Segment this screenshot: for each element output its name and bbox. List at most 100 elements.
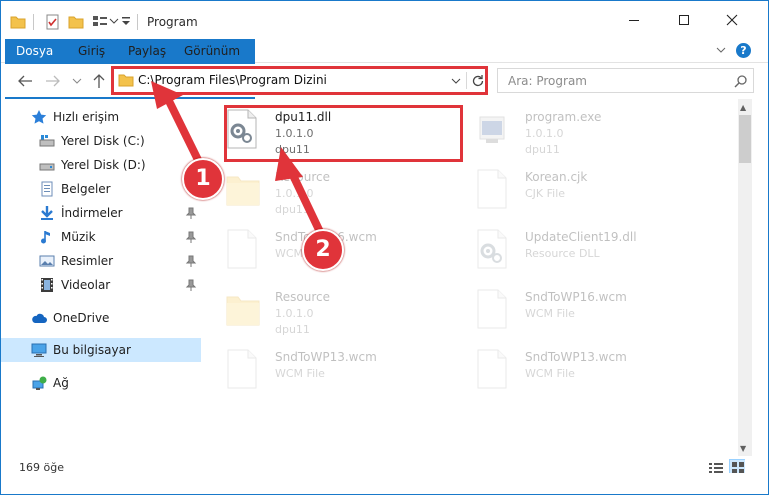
- folder-icon: [226, 289, 260, 329]
- search-box[interactable]: Ara: Program: [497, 68, 754, 93]
- scroll-down-icon[interactable]: ▼: [740, 444, 746, 453]
- scroll-thumb[interactable]: [739, 115, 751, 163]
- search-icon[interactable]: [734, 74, 748, 88]
- sidebar-item-label: İndirmeler: [61, 206, 123, 220]
- arrow-up-icon: [93, 74, 105, 88]
- file-item[interactable]: SndToWP16.wcm WCM File: [456, 283, 706, 343]
- tab-share[interactable]: Paylaş: [118, 39, 176, 63]
- sidebar-item-quick-access[interactable]: Hızlı erişim: [1, 105, 201, 129]
- close-button[interactable]: [709, 1, 755, 39]
- properties-icon[interactable]: [45, 13, 61, 31]
- sidebar-item-label: Müzik: [61, 230, 96, 244]
- file-name: SndToWP16.wcm: [525, 290, 627, 304]
- file-detail: 1.0.1.0: [525, 127, 564, 140]
- file-item[interactable]: SndToWP13.wcm WCM File: [206, 343, 456, 403]
- file-detail: WCM File: [275, 367, 325, 380]
- help-icon[interactable]: ?: [736, 43, 751, 58]
- tab-home[interactable]: Giriş: [68, 39, 115, 63]
- file-name: Resource: [275, 290, 331, 304]
- sidebar-item-local-disk-c[interactable]: Yerel Disk (C:): [1, 129, 201, 153]
- close-icon: [726, 14, 738, 26]
- file-item[interactable]: Resource 1.0.1.0 dpu11: [206, 163, 456, 223]
- title-bar: Program: [1, 1, 768, 39]
- sidebar-item-label: Ağ: [53, 376, 69, 390]
- new-folder-icon[interactable]: [67, 13, 85, 31]
- minimize-icon: [629, 20, 639, 21]
- explorer-window: Program Dosya Giriş Paylaş Görünüm ? C:\…: [0, 0, 769, 495]
- music-note-icon: [41, 231, 50, 244]
- file-name: Resource: [275, 170, 331, 184]
- window-title: Program: [147, 15, 198, 29]
- arrow-left-icon: [18, 75, 32, 87]
- recent-locations-button[interactable]: [67, 71, 87, 91]
- sidebar-item-local-disk-d[interactable]: Yerel Disk (D:): [1, 153, 201, 177]
- exe-icon: [476, 109, 508, 149]
- pin-icon[interactable]: [185, 255, 197, 267]
- file-detail: dpu11: [275, 323, 310, 336]
- file-name: SndToWP13.wcm: [275, 350, 377, 364]
- tab-view[interactable]: Görünüm: [174, 39, 250, 63]
- folder-icon[interactable]: [9, 13, 27, 31]
- minimize-button[interactable]: [611, 1, 657, 39]
- blank-file-icon: [476, 289, 508, 329]
- sidebar-item-videos[interactable]: Videolar: [1, 273, 201, 297]
- pin-icon[interactable]: [185, 279, 197, 291]
- star-icon: [31, 110, 47, 124]
- file-name: UpdateClient19.dll: [525, 230, 637, 244]
- pin-icon[interactable]: [185, 207, 197, 219]
- sidebar-item-label: Videolar: [61, 278, 111, 292]
- up-button[interactable]: [89, 71, 109, 91]
- divider: [33, 14, 34, 30]
- blank-file-icon: [226, 229, 258, 269]
- step-2-badge: 2: [302, 229, 344, 271]
- sidebar-item-label: Yerel Disk (D:): [61, 158, 146, 172]
- file-item[interactable]: SndToWP13.wcm WCM File: [456, 343, 706, 403]
- ribbon: Dosya Giriş Paylaş Görünüm ?: [1, 39, 768, 99]
- expand-ribbon-icon[interactable]: [715, 44, 727, 56]
- vertical-scrollbar[interactable]: ▲ ▼: [738, 99, 752, 456]
- forward-button[interactable]: [43, 71, 63, 91]
- sidebar-item-this-pc[interactable]: Bu bilgisayar: [1, 338, 201, 362]
- file-item[interactable]: UpdateClient19.dll Resource DLL: [456, 223, 706, 283]
- file-detail: CJK File: [525, 187, 566, 200]
- address-highlight-box: [111, 66, 488, 95]
- scroll-up-icon[interactable]: ▲: [740, 103, 746, 112]
- navigation-bar: C:\Program Files\Program Dizini Ara: Pro…: [1, 64, 768, 97]
- sidebar-item-label: Resimler: [61, 254, 114, 268]
- file-detail: 1.0.1.0: [275, 187, 314, 200]
- download-arrow-icon: [41, 206, 53, 220]
- drive-icon: [39, 163, 55, 171]
- file-item[interactable]: program.exe 1.0.1.0 dpu11: [456, 103, 706, 163]
- file-name: SndToWP13.wcm: [525, 350, 627, 364]
- step-1-badge: 1: [182, 158, 224, 200]
- sidebar-item-pictures[interactable]: Resimler: [1, 249, 201, 273]
- cloud-icon: [32, 313, 47, 323]
- file-item[interactable]: Korean.cjk CJK File: [456, 163, 706, 223]
- computer-icon: [31, 343, 47, 357]
- details-view-icon[interactable]: [708, 461, 724, 475]
- sidebar-item-music[interactable]: Müzik: [1, 225, 201, 249]
- sidebar-item-label: Bu bilgisayar: [53, 343, 131, 357]
- sidebar-item-label: Yerel Disk (C:): [61, 134, 145, 148]
- file-detail: 1.0.1.0: [275, 307, 314, 320]
- chevron-down-icon[interactable]: [109, 17, 119, 35]
- file-highlight-box: [224, 105, 463, 162]
- sidebar-item-downloads[interactable]: İndirmeler: [1, 201, 201, 225]
- file-detail: dpu11: [275, 203, 310, 216]
- view-icon[interactable]: [91, 13, 109, 31]
- tiles-view-icon[interactable]: [729, 459, 745, 473]
- sidebar-item-documents[interactable]: Belgeler: [1, 177, 201, 201]
- sidebar-item-onedrive[interactable]: OneDrive: [1, 306, 201, 330]
- file-detail: Resource DLL: [525, 247, 600, 260]
- customize-toolbar-icon[interactable]: [121, 15, 131, 33]
- sidebar-item-network[interactable]: Ağ: [1, 371, 201, 395]
- back-button[interactable]: [15, 71, 35, 91]
- sidebar-item-label: OneDrive: [53, 311, 110, 325]
- maximize-button[interactable]: [661, 1, 707, 39]
- search-input[interactable]: Ara: Program: [508, 74, 587, 88]
- pin-icon[interactable]: [185, 231, 197, 243]
- network-icon: [32, 376, 47, 390]
- film-strip-icon: [41, 278, 53, 292]
- file-item[interactable]: Resource 1.0.1.0 dpu11: [206, 283, 456, 343]
- blank-file-icon: [226, 349, 258, 389]
